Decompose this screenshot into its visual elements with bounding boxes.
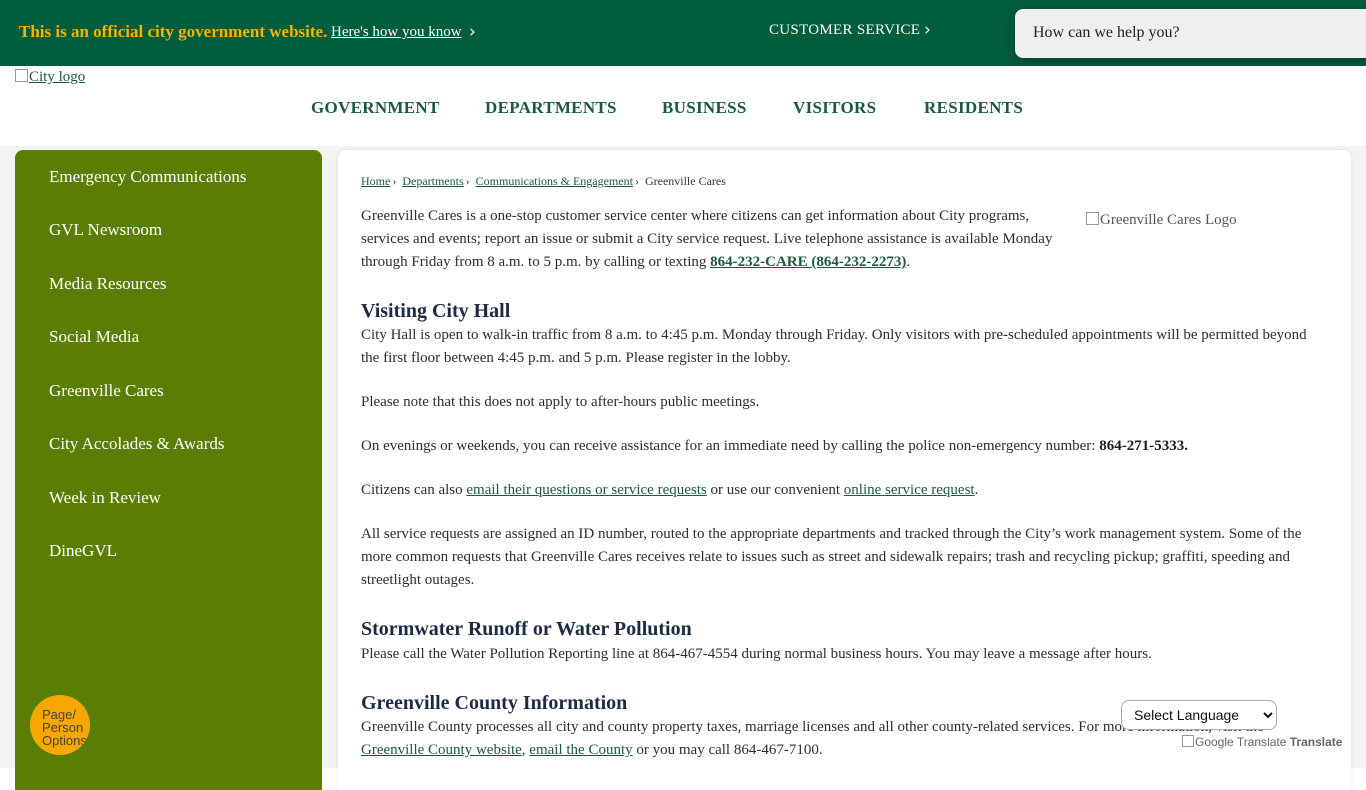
breadcrumb-communications[interactable]: Communications & Engagement: [476, 174, 633, 188]
sidebar-item-gvl-newsroom[interactable]: GVL Newsroom: [49, 220, 162, 240]
county-line: or you may call 864-467-7100.: [632, 742, 823, 758]
county-website-link[interactable]: Greenville County website: [361, 742, 522, 758]
sidebar-item-greenville-cares[interactable]: Greenville Cares: [49, 381, 164, 401]
official-site-bar: This is an official city government webs…: [0, 0, 1366, 66]
citizens-text: .: [974, 482, 979, 498]
requests-line: more common requests that Greenville Car…: [361, 549, 1290, 565]
site-header: City logo GOVERNMENT DEPARTMENTS BUSINES…: [0, 66, 1366, 146]
intro-line: services and events; report an issue or …: [361, 231, 1053, 247]
email-county-link[interactable]: email the County: [529, 742, 632, 758]
police-number: 864-271-5333.: [1099, 438, 1188, 454]
main-content: Home › Departments › Communications & Enga…: [338, 150, 1351, 790]
sidebar-item-week-in-review[interactable]: Week in Review: [49, 488, 161, 508]
visiting-paragraph: City Hall is open to walk-in traffic fro…: [361, 324, 1307, 370]
sidebar-item-emergency-communications[interactable]: Emergency Communications: [49, 167, 247, 187]
evenings-paragraph: On evenings or weekends, you can receive…: [361, 435, 1188, 458]
nav-government[interactable]: GOVERNMENT: [311, 98, 440, 118]
nav-business[interactable]: BUSINESS: [662, 98, 747, 118]
sidebar-item-dinegvl[interactable]: DineGVL: [49, 541, 117, 561]
requests-paragraph: All service requests are assigned an ID …: [361, 523, 1301, 592]
city-logo[interactable]: City logo: [15, 69, 85, 86]
broken-image-icon: [15, 69, 28, 82]
citizens-text: Citizens can also: [361, 482, 467, 498]
stormwater-paragraph: Please call the Water Pollution Reportin…: [361, 646, 1152, 662]
citizens-text: or use our convenient: [706, 482, 844, 498]
greenville-cares-logo-alt: Greenville Cares Logo: [1100, 212, 1237, 228]
requests-line: streetlight outages.: [361, 572, 475, 588]
breadcrumb-current: Greenville Cares: [644, 174, 726, 188]
note-paragraph: Please note that this does not apply to …: [361, 394, 760, 410]
evenings-text: On evenings or weekends, you can receive…: [361, 438, 1100, 454]
intro-paragraph: Greenville Cares is a one-stop customer …: [361, 205, 1052, 274]
visiting-line: City Hall is open to walk-in traffic fro…: [361, 327, 1307, 343]
intro-line: .: [906, 254, 911, 270]
broken-image-icon: [1086, 212, 1099, 225]
intro-line: through Friday from 8 a.m. to 5 p.m. by …: [361, 254, 711, 270]
broken-image-icon: [1182, 735, 1194, 747]
sidebar-item-social-media[interactable]: Social Media: [49, 327, 139, 347]
sidebar-nav: Emergency Communications GVL Newsroom Me…: [15, 150, 322, 790]
breadcrumb-home[interactable]: Home: [361, 174, 390, 188]
chevron-right-icon[interactable]: ›: [924, 20, 931, 40]
google-translate-branding: Google Translate Translate: [1182, 735, 1342, 749]
online-service-request-link[interactable]: online service request: [844, 482, 975, 498]
chevron-right-icon[interactable]: ›: [469, 22, 476, 42]
greenville-cares-logo: Greenville Cares Logo: [1086, 212, 1237, 229]
breadcrumb: Home › Departments › Communications & Enga…: [361, 174, 726, 188]
site-search: [1015, 9, 1366, 58]
translate-word: Translate: [1289, 735, 1343, 749]
city-logo-alt: City logo: [29, 69, 86, 85]
heading-visiting-city-hall: Visiting City Hall: [361, 300, 511, 322]
email-requests-link[interactable]: email their questions or service request…: [466, 482, 706, 498]
nav-residents[interactable]: RESIDENTS: [924, 98, 1023, 118]
sidebar-item-city-accolades[interactable]: City Accolades & Awards: [49, 434, 225, 454]
breadcrumb-departments[interactable]: Departments: [402, 174, 463, 188]
sidebar-item-media-resources[interactable]: Media Resources: [49, 274, 167, 294]
page-options-alt: Page/ Person Options: [42, 707, 87, 748]
official-site-notice: This is an official city government webs…: [19, 22, 328, 41]
search-input[interactable]: [1033, 21, 1353, 45]
heading-stormwater: Stormwater Runoff or Water Pollution: [361, 618, 692, 640]
requests-line: All service requests are assigned an ID …: [361, 526, 1302, 542]
language-select[interactable]: Select Language: [1121, 700, 1277, 730]
citizens-paragraph: Citizens can also email their questions …: [361, 479, 978, 502]
customer-service-link[interactable]: CUSTOMER SERVICE: [769, 22, 920, 39]
heading-county-info: Greenville County Information: [361, 692, 628, 714]
visiting-line: the first floor between 4:45 p.m. and 5 …: [361, 350, 791, 366]
nav-visitors[interactable]: VISITORS: [793, 98, 876, 118]
page-options-button[interactable]: Page/ Person Options: [30, 695, 90, 755]
google-translate-alt: Google Translate: [1195, 735, 1287, 749]
care-phone-link[interactable]: 864-232-CARE (864-232-2273): [710, 254, 906, 270]
intro-line: Greenville Cares is a one-stop customer …: [361, 208, 1030, 224]
how-you-know-link[interactable]: Here's how you know: [331, 24, 462, 41]
nav-departments[interactable]: DEPARTMENTS: [485, 98, 617, 118]
